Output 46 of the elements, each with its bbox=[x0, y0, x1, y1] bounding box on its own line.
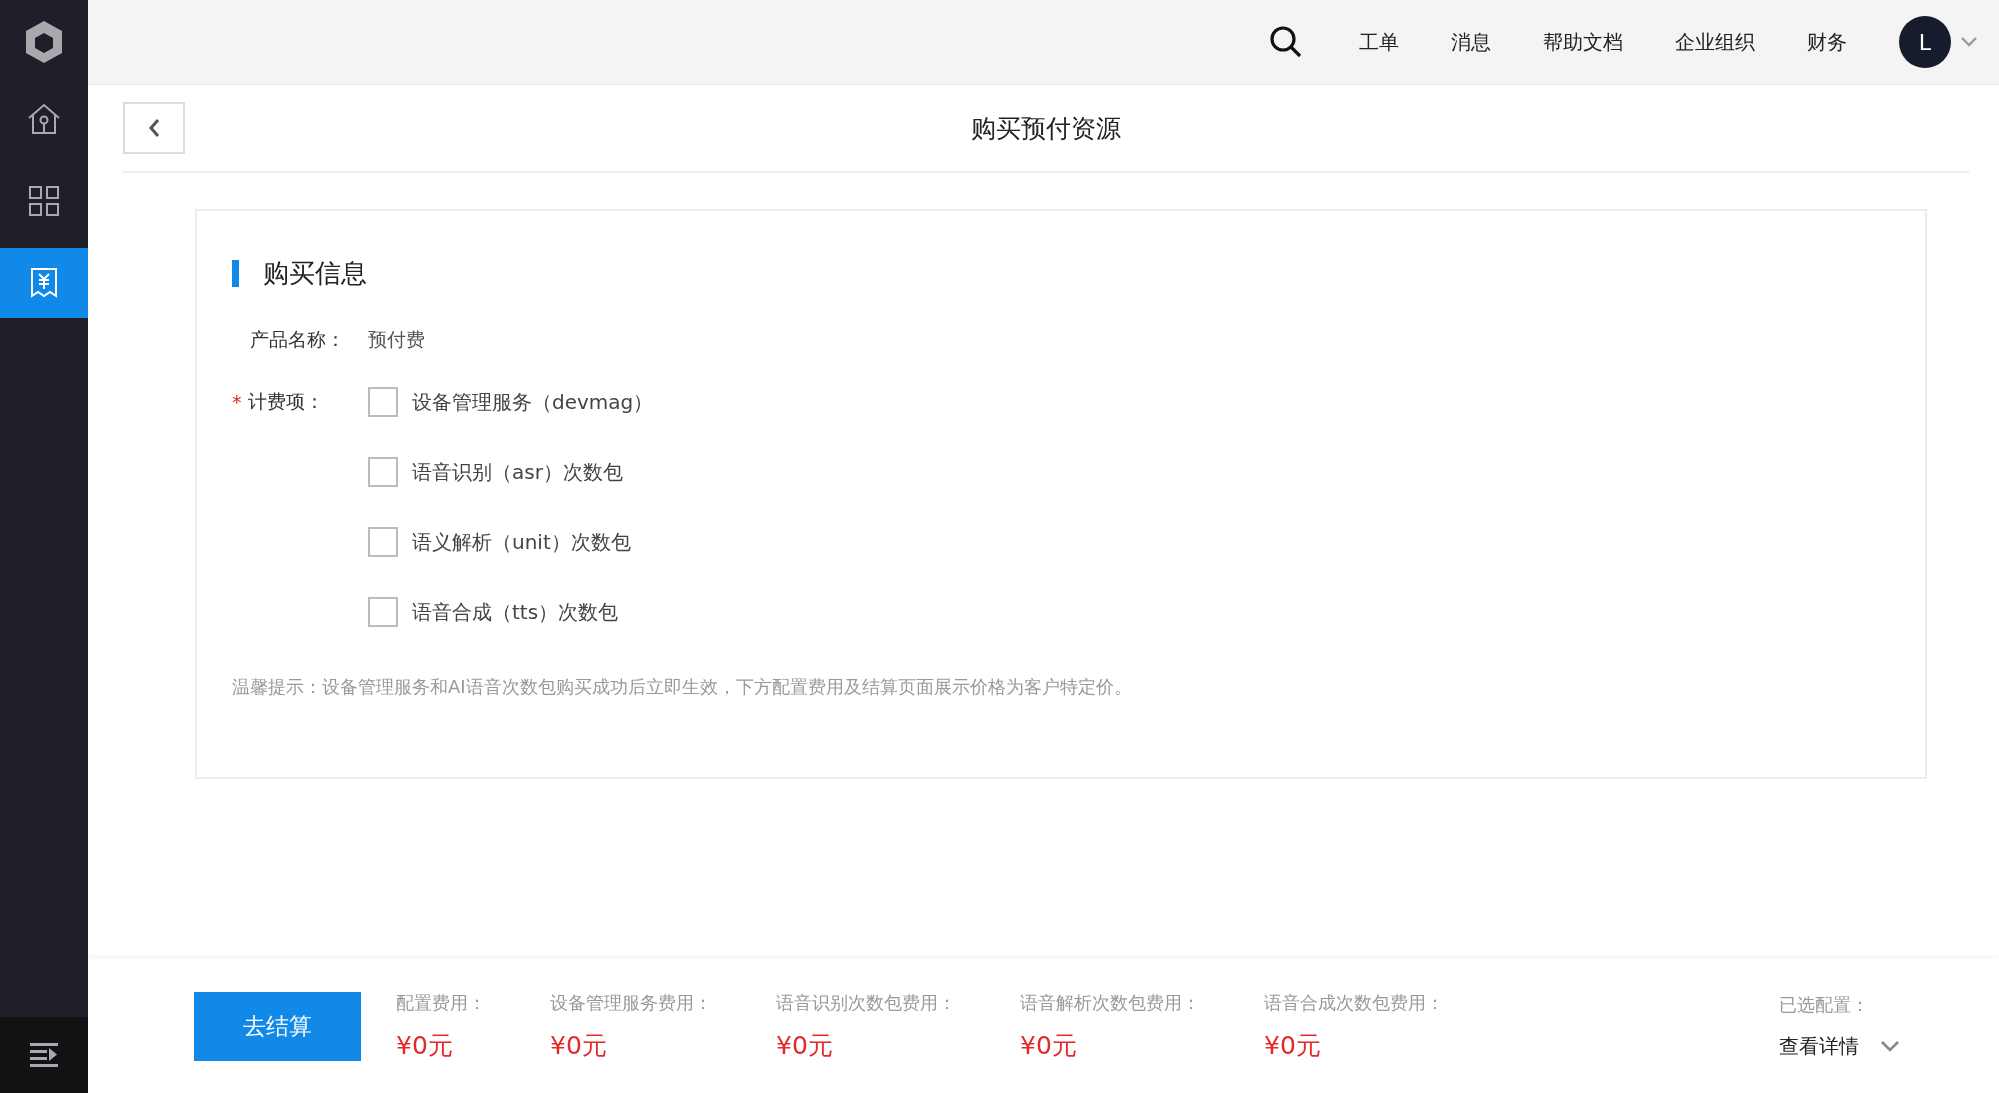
field-value: 预付费 bbox=[368, 327, 425, 352]
field-label: 计费项： bbox=[247, 389, 324, 414]
back-button[interactable] bbox=[123, 102, 185, 154]
checkbox-label[interactable]: 语义解析（unit）次数包 bbox=[412, 528, 631, 556]
selected-config-label: 已选配置： bbox=[1779, 992, 1870, 1017]
fee-amount: ¥0元 bbox=[550, 1029, 608, 1062]
chevron-down-icon[interactable] bbox=[1961, 37, 1977, 47]
field-label: 产品名称： bbox=[249, 327, 346, 352]
receipt-icon bbox=[30, 268, 58, 298]
fee-label: 语音解析次数包费用： bbox=[1020, 990, 1200, 1015]
sidebar-item[interactable] bbox=[0, 248, 88, 318]
view-details-link[interactable]: 查看详情 bbox=[1779, 1032, 1899, 1060]
avatar[interactable]: L bbox=[1899, 16, 1951, 68]
nav-link[interactable]: 帮助文档 bbox=[1543, 28, 1623, 56]
fee-amount: ¥0元 bbox=[1020, 1029, 1078, 1062]
fee-label: 语音合成次数包费用： bbox=[1264, 990, 1444, 1015]
grid-icon bbox=[29, 186, 59, 216]
checkbox[interactable] bbox=[368, 527, 398, 557]
checkbox[interactable] bbox=[368, 597, 398, 627]
nav-link[interactable]: 工单 bbox=[1359, 28, 1399, 56]
checkbox-label[interactable]: 语音合成（tts）次数包 bbox=[412, 598, 619, 626]
checkout-button[interactable]: 去结算 bbox=[194, 991, 361, 1061]
checkbox[interactable] bbox=[368, 387, 398, 417]
chevron-left-icon bbox=[148, 118, 160, 138]
accent-bar bbox=[232, 260, 239, 287]
search-icon[interactable] bbox=[1269, 25, 1303, 59]
checkbox-label[interactable]: 语音识别（asr）次数包 bbox=[412, 458, 623, 486]
fee-amount: ¥0元 bbox=[776, 1029, 834, 1062]
collapse-menu-icon[interactable] bbox=[30, 1042, 58, 1068]
chevron-down-icon bbox=[1881, 1040, 1899, 1052]
fee-label: 语音识别次数包费用： bbox=[776, 990, 956, 1015]
nav-link[interactable]: 企业组织 bbox=[1675, 28, 1755, 56]
cube-logo-icon bbox=[23, 19, 65, 65]
nav-link[interactable]: 财务 bbox=[1807, 28, 1847, 56]
nav-link[interactable]: 消息 bbox=[1451, 28, 1491, 56]
checkbox[interactable] bbox=[368, 457, 398, 487]
fee-label: 配置费用： bbox=[396, 990, 486, 1015]
fee-amount: ¥0元 bbox=[1264, 1029, 1322, 1062]
checkbox-label[interactable]: 设备管理服务（devmag） bbox=[412, 388, 654, 416]
fee-amount: ¥0元 bbox=[396, 1029, 454, 1062]
page-title: 购买预付资源 bbox=[970, 112, 1122, 145]
fee-label: 设备管理服务费用： bbox=[550, 990, 712, 1015]
section-title: 购买信息 bbox=[263, 257, 367, 290]
home-icon bbox=[27, 103, 61, 135]
required-mark: * bbox=[232, 391, 242, 413]
hint-text: 温馨提示：设备管理服务和AI语音次数包购买成功后立即生效，下方配置费用及结算页面展示价格为客户特定价。 bbox=[232, 675, 1133, 699]
